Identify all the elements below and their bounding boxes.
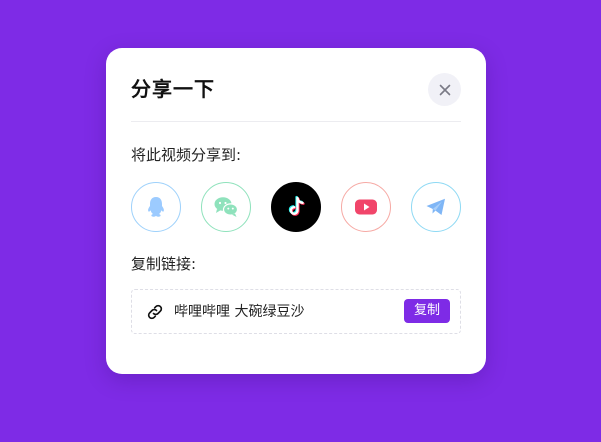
telegram-icon (426, 198, 445, 215)
share-youtube-button[interactable] (341, 182, 391, 232)
dialog-title: 分享一下 (131, 77, 215, 101)
title-divider (131, 121, 461, 122)
link-text: 哔哩哔哩 大碗绿豆沙 (174, 304, 305, 320)
tiktok-icon (288, 195, 305, 216)
share-wechat-button[interactable] (201, 182, 251, 232)
link-box: 哔哩哔哩 大碗绿豆沙 复制 (131, 289, 461, 334)
youtube-icon (355, 199, 377, 215)
copy-link-label: 复制链接: (131, 255, 197, 273)
close-button[interactable] (428, 73, 461, 106)
share-targets (131, 182, 461, 232)
share-dialog: 分享一下 将此视频分享到: 复制链接: 哔哩哔哩 大碗绿豆沙 复制 (106, 48, 486, 374)
close-icon (439, 84, 450, 95)
share-qq-button[interactable] (131, 182, 181, 232)
qq-icon (148, 197, 164, 217)
link-icon (147, 304, 163, 320)
share-label: 将此视频分享到: (131, 146, 242, 164)
wechat-icon (214, 197, 239, 217)
share-telegram-button[interactable] (411, 182, 461, 232)
share-tiktok-button[interactable] (271, 182, 321, 232)
copy-button[interactable]: 复制 (404, 299, 450, 323)
